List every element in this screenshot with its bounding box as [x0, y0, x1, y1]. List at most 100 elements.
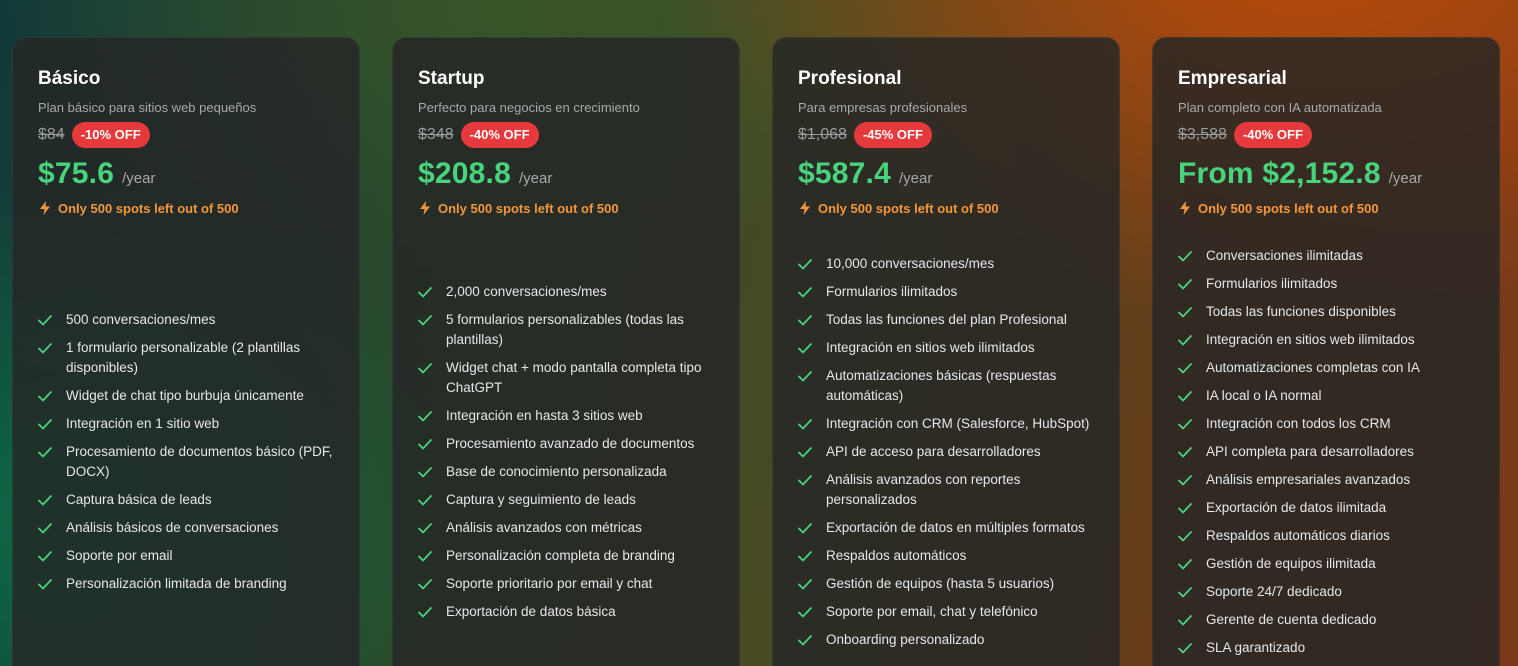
check-icon [418, 574, 436, 594]
feature-text: Procesamiento de documentos básico (PDF,… [66, 444, 333, 479]
plan-title: Empresarial [1178, 68, 1287, 89]
price-discount-row: $348 -40% OFF [418, 121, 714, 149]
check-icon [1178, 274, 1196, 294]
feature-text: Integración en hasta 3 sitios web [446, 408, 643, 423]
feature-text: Análisis básicos de conversaciones [66, 520, 279, 535]
feature-item: Formularios ilimitados [798, 282, 1094, 302]
spots-left-notice: Only 500 spots left out of 500 [38, 199, 334, 217]
feature-item: Soporte prioritario por email y chat [418, 574, 714, 594]
discount-badge: -45% OFF [853, 122, 932, 148]
feature-list: 500 conversaciones/mes 1 formulario perso… [38, 310, 334, 602]
check-icon [38, 338, 56, 358]
lightning-icon [40, 201, 50, 215]
check-icon [798, 574, 816, 594]
check-icon [418, 434, 436, 454]
feature-item: Integración en hasta 3 sitios web [418, 406, 714, 426]
feature-text: Análisis avanzados con reportes personal… [826, 472, 1021, 507]
spots-left-notice: Only 500 spots left out of 500 [798, 199, 1094, 217]
feature-item: Análisis avanzados con reportes personal… [798, 470, 1094, 510]
feature-text: Respaldos automáticos diarios [1206, 528, 1390, 543]
check-icon [798, 470, 816, 490]
check-icon [798, 602, 816, 622]
feature-item: Soporte por email [38, 546, 334, 566]
plan-title: Profesional [798, 68, 902, 89]
feature-item: Personalización limitada de branding [38, 574, 334, 594]
plan-card-empresarial: Empresarial Plan completo con IA automat… [1152, 37, 1500, 666]
check-icon [798, 546, 816, 566]
feature-item: Widget chat + modo pantalla completa tip… [418, 358, 714, 398]
price-block: From $2,152.8 /year [1178, 157, 1474, 195]
check-icon [798, 282, 816, 302]
discount-badge: -40% OFF [460, 122, 539, 148]
feature-item: Exportación de datos ilimitada [1178, 498, 1474, 518]
feature-item: Soporte 24/7 dedicado [1178, 582, 1474, 602]
feature-text: Captura básica de leads [66, 492, 212, 507]
feature-text: Soporte por email [66, 548, 173, 563]
check-icon [1178, 330, 1196, 350]
feature-text: Soporte por email, chat y telefónico [826, 604, 1038, 619]
check-icon [38, 386, 56, 406]
feature-list: 10,000 conversaciones/mes Formularios ili… [798, 254, 1094, 658]
feature-item: Integración en 1 sitio web [38, 414, 334, 434]
feature-item: 5 formularios personalizables (todas las… [418, 310, 714, 350]
feature-item: Integración con CRM (Salesforce, HubSpot… [798, 414, 1094, 434]
feature-item: Personalización completa de branding [418, 546, 714, 566]
feature-text: Integración con CRM (Salesforce, HubSpot… [826, 416, 1090, 431]
check-icon [798, 366, 816, 386]
feature-text: Todas las funciones disponibles [1206, 304, 1396, 319]
feature-item: Gestión de equipos ilimitada [1178, 554, 1474, 574]
feature-item: Todas las funciones disponibles [1178, 302, 1474, 322]
feature-item: Análisis básicos de conversaciones [38, 518, 334, 538]
check-icon [38, 546, 56, 566]
feature-item: Procesamiento avanzado de documentos [418, 434, 714, 454]
feature-text: Automatizaciones completas con IA [1206, 360, 1420, 375]
feature-text: 5 formularios personalizables (todas las… [446, 312, 684, 347]
plan-card-profesional: Profesional Para empresas profesionales … [772, 37, 1120, 666]
price-discount-row: $1,068 -45% OFF [798, 121, 1094, 149]
plan-card-startup: Startup Perfecto para negocios en crecim… [392, 37, 740, 666]
check-icon [38, 310, 56, 330]
feature-text: Análisis avanzados con métricas [446, 520, 642, 535]
feature-text: API de acceso para desarrolladores [826, 444, 1041, 459]
check-icon [1178, 526, 1196, 546]
feature-item: Captura y seguimiento de leads [418, 490, 714, 510]
feature-item: Integración en sitios web ilimitados [798, 338, 1094, 358]
price-period: /year [122, 170, 156, 187]
feature-text: Exportación de datos en múltiples format… [826, 520, 1085, 535]
feature-text: Soporte 24/7 dedicado [1206, 584, 1342, 599]
plan-description: Plan básico para sitios web pequeños [38, 100, 257, 115]
feature-item: 500 conversaciones/mes [38, 310, 334, 330]
feature-item: Conversaciones ilimitadas [1178, 246, 1474, 266]
plan-price: From $2,152.8 [1178, 157, 1381, 190]
check-icon [418, 518, 436, 538]
feature-item: 1 formulario personalizable (2 plantilla… [38, 338, 334, 378]
feature-list: 2,000 conversaciones/mes 5 formularios pe… [418, 282, 714, 630]
check-icon [418, 546, 436, 566]
check-icon [1178, 386, 1196, 406]
feature-text: Exportación de datos ilimitada [1206, 500, 1387, 515]
check-icon [418, 358, 436, 378]
feature-item: Exportación de datos básica [418, 602, 714, 622]
plan-title: Básico [38, 68, 101, 89]
check-icon [38, 442, 56, 462]
feature-text: API completa para desarrolladores [1206, 444, 1414, 459]
feature-text: 1 formulario personalizable (2 plantilla… [66, 340, 301, 375]
check-icon [798, 310, 816, 330]
check-icon [798, 518, 816, 538]
feature-item: Todas las funciones del plan Profesional [798, 310, 1094, 330]
old-price: $3,588 [1178, 126, 1227, 143]
feature-text: Integración en sitios web ilimitados [826, 340, 1035, 355]
check-icon [38, 574, 56, 594]
feature-item: Widget de chat tipo burbuja únicamente [38, 386, 334, 406]
plan-card-basico: Básico Plan básico para sitios web peque… [12, 37, 360, 666]
feature-list: Conversaciones ilimitadas Formularios ili… [1178, 246, 1474, 666]
feature-item: Procesamiento de documentos básico (PDF,… [38, 442, 334, 482]
check-icon [1178, 554, 1196, 574]
feature-item: SLA garantizado [1178, 638, 1474, 658]
price-period: /year [1388, 170, 1423, 187]
price-period: /year [898, 170, 933, 187]
check-icon [418, 490, 436, 510]
spots-text: Only 500 spots left out of 500 [818, 200, 999, 216]
feature-item: Formularios ilimitados [1178, 274, 1474, 294]
feature-item: API completa para desarrolladores [1178, 442, 1474, 462]
